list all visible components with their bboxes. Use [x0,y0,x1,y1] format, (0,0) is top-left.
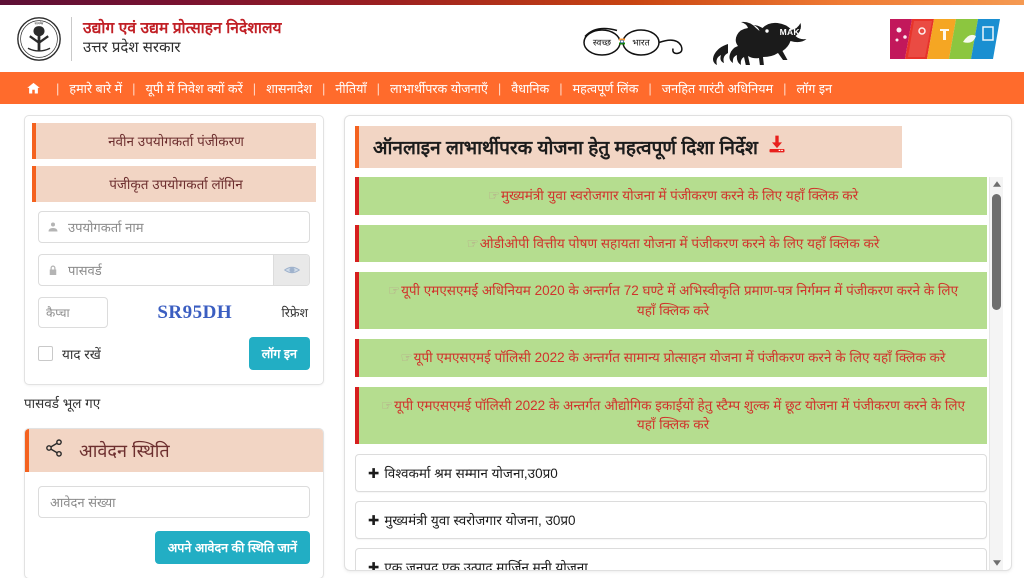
scroll-down-arrow-icon[interactable] [990,556,1003,570]
scrollbar-thumb[interactable] [992,194,1001,310]
content-scrollbar[interactable] [989,177,1003,570]
forgot-password-link[interactable]: पासवर्ड भूल गए [24,394,324,412]
expand-plus-icon: ✚ [368,559,380,570]
brand-text: उद्योग एवं उद्यम प्रोत्साहन निदेशालय उत्… [83,19,282,57]
scheme-registration-link[interactable]: ☞यूपी एमएसएमई अधिनियम 2020 के अन्तर्गत 7… [355,272,987,330]
accordion-item-label: मुख्यमंत्री युवा स्वरोजगार योजना, उ0प्र0 [384,512,576,528]
remember-row: याद रखें लॉग इन [38,337,310,370]
accordion-item-label: एक जनपद एक उत्पाद मार्जिन मनी योजना [384,559,588,570]
user-icon [39,212,66,242]
captcha-text: SR95DH [157,301,233,323]
remember-me-checkbox[interactable] [38,346,53,361]
pointing-hand-icon: ☞ [400,350,413,366]
application-status-header: आवेदन स्थिति [25,429,323,472]
scheme-registration-link-text: यूपी एमएसएमई पॉलिसी 2022 के अन्तर्गत औद्… [394,397,965,433]
pointing-hand-icon: ☞ [487,188,500,203]
status-button-row: अपने आवेदन की स्थिति जानें [38,531,310,564]
remember-me-group[interactable]: याद रखें [38,345,101,363]
nav-item-important-links[interactable]: महत्वपूर्ण लिंक [564,72,648,104]
login-card: नवीन उपयोगकर्ता पंजीकरण पंजीकृत उपयोगकर्… [24,115,324,385]
scroll-up-arrow-icon[interactable] [990,177,1003,191]
password-field[interactable] [38,254,310,286]
captcha-row: SR95DH रिफ्रेश [38,297,310,328]
nav-item-why-invest-in-up[interactable]: यूपी में निवेश क्यों करें [137,72,252,104]
scheme-registration-link[interactable]: ☞ओडीओपी वित्तीय पोषण सहायता योजना में पं… [355,224,987,263]
home-icon[interactable] [16,72,55,104]
uttar-pradesh-diwas-logo-icon [890,18,1000,59]
nav-item-about-us[interactable]: हमारे बारे में [60,72,131,104]
check-application-status-button[interactable]: अपने आवेदन की स्थिति जानें [154,531,310,564]
registered-user-login-header[interactable]: पंजीकृत उपयोगकर्ता लॉगिन [32,166,316,202]
application-number-input[interactable] [38,486,310,518]
refresh-captcha-link[interactable]: रिफ्रेश [282,304,311,321]
login-form: SR95DH रिफ्रेश याद रखें लॉग इन [25,209,323,384]
svg-text:स्वच्छ: स्वच्छ [593,37,612,47]
scheme-registration-link-text: यूपी एमएसएमई अधिनियम 2020 के अन्तर्गत 72… [401,283,959,318]
scheme-registration-link[interactable]: ☞मुख्यमंत्री युवा स्वरोजगार योजना में पं… [355,177,987,215]
site-header: सत्यमेव उद्योग एवं उद्यम प्रोत्साहन निदे… [0,5,1024,72]
main-navigation[interactable]: | हमारे बारे में | यूपी में निवेश क्यों … [0,72,1024,104]
brand-divider [71,16,72,61]
page-title: ऑनलाइन लाभार्थीपरक योजना हेतु महत्वपूर्ण… [355,126,902,168]
satyameva-jayate-emblem-icon: सत्यमेव [17,16,61,61]
expand-plus-icon: ✚ [368,465,380,481]
make-in-india-logo-icon: MAKE IN INDIA [713,21,844,65]
left-sidebar: नवीन उपयोगकर्ता पंजीकरण पंजीकृत उपयोगकर्… [24,115,324,578]
download-icon[interactable] [767,134,787,160]
org-subtitle: उत्तर प्रदेश सरकार [83,38,181,56]
new-user-registration-button[interactable]: नवीन उपयोगकर्ता पंजीकरण [32,123,316,159]
nav-item-statutory[interactable]: वैधानिक [502,72,558,104]
pointing-hand-icon: ☞ [381,397,394,413]
application-status-card: आवेदन स्थिति अपने आवेदन की स्थिति जानें [24,428,324,578]
application-status-body: अपने आवेदन की स्थिति जानें [25,472,323,578]
captcha-input[interactable] [38,297,108,328]
password-input[interactable] [66,255,273,285]
login-button[interactable]: लॉग इन [248,337,310,370]
pointing-hand-icon: ☞ [466,235,479,251]
share-icon [43,438,65,463]
swachh-bharat-logo-icon: स्वच्छ भारत [583,27,683,56]
scheme-registration-link-text: ओडीओपी वित्तीय पोषण सहायता योजना में पंज… [479,235,880,251]
guidelines-scroll-area: ☞मुख्यमंत्री युवा स्वरोजगार योजना में पं… [355,177,1003,570]
nav-item-beneficiary-schemes[interactable]: लाभार्थीपरक योजनाएँ [381,72,497,104]
application-status-title: आवेदन स्थिति [79,440,170,461]
svg-text:भारत: भारत [632,37,650,47]
remember-me-label: याद रखें [62,346,101,362]
nav-item-government-orders[interactable]: शासनादेश [257,72,321,104]
toggle-password-visibility-icon[interactable] [273,255,309,285]
page-body: नवीन उपयोगकर्ता पंजीकरण पंजीकृत उपयोगकर्… [0,104,1024,578]
accordion-item[interactable]: ✚ एक जनपद एक उत्पाद मार्जिन मनी योजना [355,547,987,570]
scheme-registration-link[interactable]: ☞यूपी एमएसएमई पॉलिसी 2022 के अन्तर्गत सा… [355,339,987,377]
page-title-text: ऑनलाइन लाभार्थीपरक योजना हेतु महत्वपूर्ण… [373,138,758,159]
username-input[interactable] [66,212,309,242]
accordion-item[interactable]: ✚ मुख्यमंत्री युवा स्वरोजगार योजना, उ0प्र… [355,500,987,539]
accordion-item-label: विश्वकर्मा श्रम सम्मान योजना,उ0प्र0 [384,465,558,481]
main-content: ऑनलाइन लाभार्थीपरक योजना हेतु महत्वपूर्ण… [344,115,1012,578]
scheme-registration-link[interactable]: ☞यूपी एमएसएमई पॉलिसी 2022 के अन्तर्गत औद… [355,386,987,444]
nav-item-policies[interactable]: नीतियाँ [326,72,375,104]
header-logos: स्वच्छ भारत MAKE IN INDIA [578,13,1010,65]
expand-plus-icon: ✚ [368,512,380,528]
username-field[interactable] [38,211,310,243]
brand-block: सत्यमेव उद्योग एवं उद्यम प्रोत्साहन निदे… [16,16,282,62]
lock-icon [39,255,66,285]
scheme-registration-link-text: मुख्यमंत्री युवा स्वरोजगार योजना में पंज… [500,188,859,203]
nav-item-login[interactable]: लॉग इन [787,72,841,104]
nav-item-public-guarantee-act[interactable]: जनहित गारंटी अधिनियम [653,72,782,104]
org-title: उद्योग एवं उद्यम प्रोत्साहन निदेशालय [83,20,282,38]
accordion-item[interactable]: ✚ विश्वकर्मा श्रम सम्मान योजना,उ0प्र0 [355,453,987,492]
scheme-registration-link-text: यूपी एमएसएमई पॉलिसी 2022 के अन्तर्गत साम… [413,350,946,366]
pointing-hand-icon: ☞ [387,283,401,299]
guidelines-card: ऑनलाइन लाभार्थीपरक योजना हेतु महत्वपूर्ण… [344,115,1012,571]
svg-text:सत्यमेव: सत्यमेव [35,21,44,25]
